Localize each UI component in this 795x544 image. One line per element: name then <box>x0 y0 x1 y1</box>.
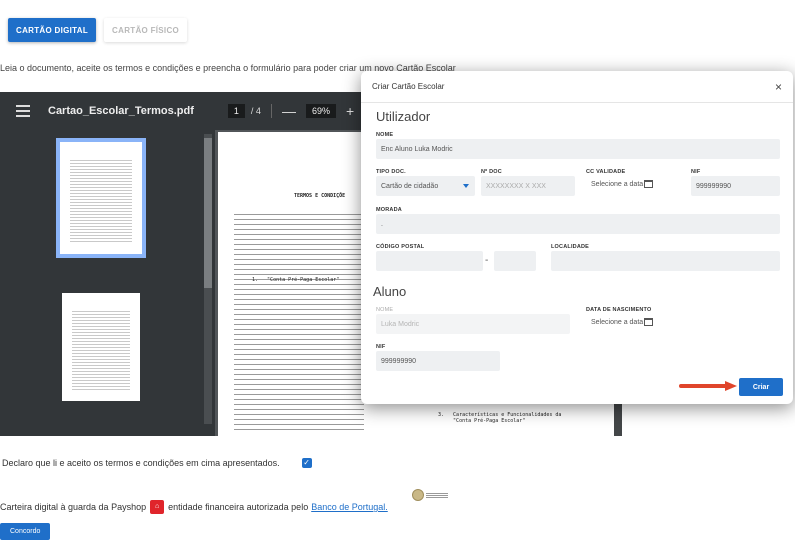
section-utilizador: Utilizador <box>376 109 431 124</box>
n-doc-input[interactable]: XXXXXXXX X XXX <box>481 176 575 196</box>
codigo-postal-input-1[interactable] <box>376 251 483 271</box>
pdf-heading: TERMOS E CONDIÇÕE <box>294 193 346 199</box>
n-doc-label: Nº DOC <box>481 169 502 175</box>
tipo-doc-label: TIPO DOC. <box>376 169 406 175</box>
terms-checkbox[interactable]: ✓ <box>301 458 312 468</box>
page-number-input[interactable]: 1 <box>227 104 245 118</box>
modal-header: Criar Cartão Escolar × <box>361 71 793 103</box>
aluno-nome-label: NOME <box>376 307 394 313</box>
pdf-filename: Cartao_Escolar_Termos.pdf <box>48 105 194 117</box>
criar-cartao-modal: Criar Cartão Escolar × Utilizador NOME E… <box>361 71 793 404</box>
modal-title: Criar Cartão Escolar <box>372 82 445 91</box>
tipo-doc-value: Cartão de cidadão <box>381 182 439 190</box>
nif-label: NIF <box>691 169 701 175</box>
wallet-text-before: Carteira digital à guarda da Payshop <box>0 502 147 512</box>
postal-code-dash: - <box>485 255 489 266</box>
toolbar-divider <box>270 104 272 118</box>
zoom-out-icon[interactable]: — <box>282 103 296 119</box>
cc-validade-date-picker[interactable]: Selecione a data <box>586 174 680 194</box>
aluno-nif-label: NIF <box>376 344 386 350</box>
morada-input[interactable]: . <box>376 214 780 234</box>
page-total: / 4 <box>250 106 261 116</box>
terms-agreement: Declaro que li e aceito os termos e cond… <box>2 458 312 468</box>
calendar-icon[interactable] <box>644 318 654 326</box>
nome-input[interactable]: Enc Aluno Luka Modric <box>376 139 780 159</box>
pdf-body-text <box>234 210 364 430</box>
tipo-doc-select[interactable]: Cartão de cidadão <box>376 176 475 196</box>
localidade-input[interactable] <box>551 251 780 271</box>
calendar-icon[interactable] <box>644 180 654 188</box>
pdf-section-3: 3. Características e Funcionalidades da … <box>438 412 562 424</box>
aluno-nif-input[interactable]: 999999990 <box>376 351 500 371</box>
chevron-down-icon <box>463 184 469 188</box>
payshop-logo-icon: ⌂ <box>150 500 165 514</box>
criar-button[interactable]: Criar <box>739 378 783 396</box>
tab-cartao-fisico[interactable]: CARTÃO FÍSICO <box>104 18 188 42</box>
morada-label: MORADA <box>376 207 402 213</box>
zoom-in-icon[interactable]: + <box>346 103 354 119</box>
data-nascimento-date-picker[interactable]: Selecione a data <box>586 312 680 332</box>
sidebar-scrollbar[interactable] <box>204 134 212 424</box>
codigo-postal-label: CÓDIGO POSTAL <box>376 244 425 250</box>
banco-de-portugal-link[interactable]: Banco de Portugal. <box>311 502 388 512</box>
arrow-annotation-icon <box>679 381 737 391</box>
aluno-nome-input: Luka Modric <box>376 314 570 334</box>
menu-icon[interactable] <box>16 105 30 117</box>
card-type-tabs: CARTÃO DIGITAL CARTÃO FÍSICO <box>8 18 188 42</box>
nome-label: NOME <box>376 132 394 138</box>
section-aluno: Aluno <box>373 284 407 299</box>
wallet-notice: Carteira digital à guarda da Payshop ⌂ e… <box>0 500 388 514</box>
wallet-text-middle: entidade financeira autorizada pelo <box>168 502 309 512</box>
concordo-button[interactable]: Concordo <box>0 523 51 540</box>
localidade-label: LOCALIDADE <box>551 244 590 250</box>
page-thumbnail-2[interactable] <box>62 293 140 401</box>
thumbnail-sidebar: 1 2 <box>0 130 215 436</box>
data-nascimento-placeholder: Selecione a data <box>591 318 644 326</box>
cc-validade-placeholder: Selecione a data <box>591 180 644 188</box>
close-icon[interactable]: × <box>775 80 782 94</box>
zoom-level[interactable]: 69% <box>305 104 336 118</box>
codigo-postal-input-2[interactable] <box>494 251 536 271</box>
nif-input[interactable]: 999999990 <box>691 176 780 196</box>
banco-de-portugal-logo <box>412 487 452 503</box>
page-thumbnail-1[interactable] <box>56 138 146 258</box>
terms-agreement-label: Declaro que li e aceito os termos e cond… <box>2 458 280 468</box>
pdf-section-1: 1. "Conta Pré-Paga Escolar" <box>252 277 340 283</box>
tab-cartao-digital[interactable]: CARTÃO DIGITAL <box>8 18 97 42</box>
